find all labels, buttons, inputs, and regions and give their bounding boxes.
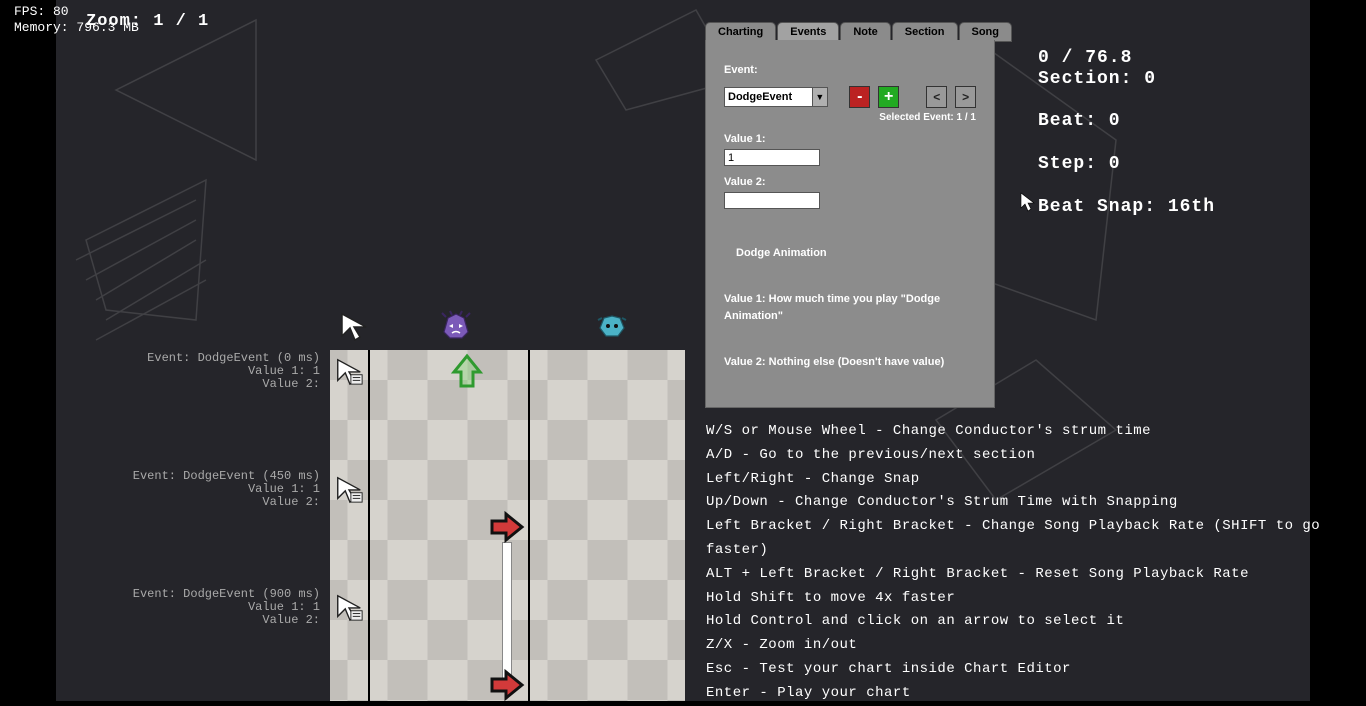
selected-event-counter: Selected Event: 1 / 1 bbox=[724, 112, 976, 123]
cursor-icon bbox=[1020, 192, 1036, 218]
help-line: W/S or Mouse Wheel - Change Conductor's … bbox=[706, 420, 1366, 444]
event-label-block: Event: DodgeEvent (0 ms) Value 1: 1 Valu… bbox=[130, 352, 320, 392]
event-desc-value1: Value 1: How much time you play "Dodge A… bbox=[724, 291, 976, 326]
song-info: 0 / 76.8 Section: 0 Beat: 0 Step: 0 Beat… bbox=[1038, 48, 1215, 217]
event-marker[interactable] bbox=[334, 592, 364, 622]
info-snap: Beat Snap: 16th bbox=[1038, 197, 1215, 218]
help-line: Enter - Play your chart bbox=[706, 682, 1366, 706]
events-column-icon bbox=[338, 310, 370, 342]
keybinds-help: W/S or Mouse Wheel - Change Conductor's … bbox=[706, 420, 1366, 706]
tab-section[interactable]: Section bbox=[892, 22, 958, 42]
value1-label: Value 1: bbox=[724, 133, 976, 145]
note-right-arrow[interactable] bbox=[488, 508, 526, 546]
info-time: 0 / 76.8 bbox=[1038, 48, 1215, 69]
chart-grid[interactable] bbox=[330, 350, 685, 701]
help-line: Hold Shift to move 4x faster bbox=[706, 587, 1366, 611]
help-line: ALT + Left Bracket / Right Bracket - Res… bbox=[706, 563, 1366, 587]
help-line: Left Bracket / Right Bracket - Change So… bbox=[706, 515, 1366, 563]
event-label-line: Value 2: bbox=[130, 378, 320, 391]
event-description: Dodge Animation Value 1: How much time y… bbox=[724, 245, 976, 371]
event-label: Event: bbox=[724, 64, 976, 76]
event-marker[interactable] bbox=[334, 474, 364, 504]
event-marker[interactable] bbox=[334, 356, 364, 386]
help-line: Left/Right - Change Snap bbox=[706, 468, 1366, 492]
add-event-button[interactable]: + bbox=[878, 86, 899, 108]
remove-event-button[interactable]: - bbox=[849, 86, 870, 108]
value2-input[interactable] bbox=[724, 192, 820, 209]
tab-events[interactable]: Events bbox=[777, 22, 839, 42]
help-line: Esc - Test your chart inside Chart Edito… bbox=[706, 658, 1366, 682]
event-dropdown[interactable]: DodgeEvent ▼ bbox=[724, 87, 828, 107]
dropdown-arrow-icon: ▼ bbox=[812, 88, 827, 106]
info-section: Section: 0 bbox=[1038, 69, 1215, 90]
event-dropdown-value: DodgeEvent bbox=[728, 91, 792, 103]
player-icon bbox=[596, 310, 628, 342]
help-line: Up/Down - Change Conductor's Strum Time … bbox=[706, 491, 1366, 515]
info-beat: Beat: 0 bbox=[1038, 111, 1215, 132]
value2-label: Value 2: bbox=[724, 176, 976, 188]
help-line: Hold Control and click on an arrow to se… bbox=[706, 610, 1366, 634]
value1-input[interactable] bbox=[724, 149, 820, 166]
info-step: Step: 0 bbox=[1038, 154, 1215, 175]
note-sustain[interactable] bbox=[502, 542, 512, 682]
tab-charting[interactable]: Charting bbox=[705, 22, 776, 42]
help-line: A/D - Go to the previous/next section bbox=[706, 444, 1366, 468]
panel-tabs: Charting Events Note Section Song bbox=[705, 22, 1012, 42]
event-desc-title: Dodge Animation bbox=[736, 245, 976, 263]
note-up-arrow[interactable] bbox=[448, 352, 486, 390]
note-right-arrow[interactable] bbox=[488, 666, 526, 701]
tab-note[interactable]: Note bbox=[840, 22, 890, 42]
opponent-icon bbox=[440, 310, 472, 342]
event-label-block: Event: DodgeEvent (900 ms) Value 1: 1 Va… bbox=[130, 588, 320, 628]
next-event-button[interactable]: > bbox=[955, 86, 976, 108]
event-label-line: Value 2: bbox=[130, 496, 320, 509]
tab-song[interactable]: Song bbox=[959, 22, 1013, 42]
event-label-line: Value 2: bbox=[130, 614, 320, 627]
help-line: Z/X - Zoom in/out bbox=[706, 634, 1366, 658]
prev-event-button[interactable]: < bbox=[926, 86, 947, 108]
event-desc-value2: Value 2: Nothing else (Doesn't have valu… bbox=[724, 354, 976, 372]
events-panel: Event: DodgeEvent ▼ - + < > Selected Eve… bbox=[705, 40, 995, 408]
event-label-block: Event: DodgeEvent (450 ms) Value 1: 1 Va… bbox=[130, 470, 320, 510]
zoom-label: Zoom: 1 / 1 bbox=[86, 12, 209, 31]
